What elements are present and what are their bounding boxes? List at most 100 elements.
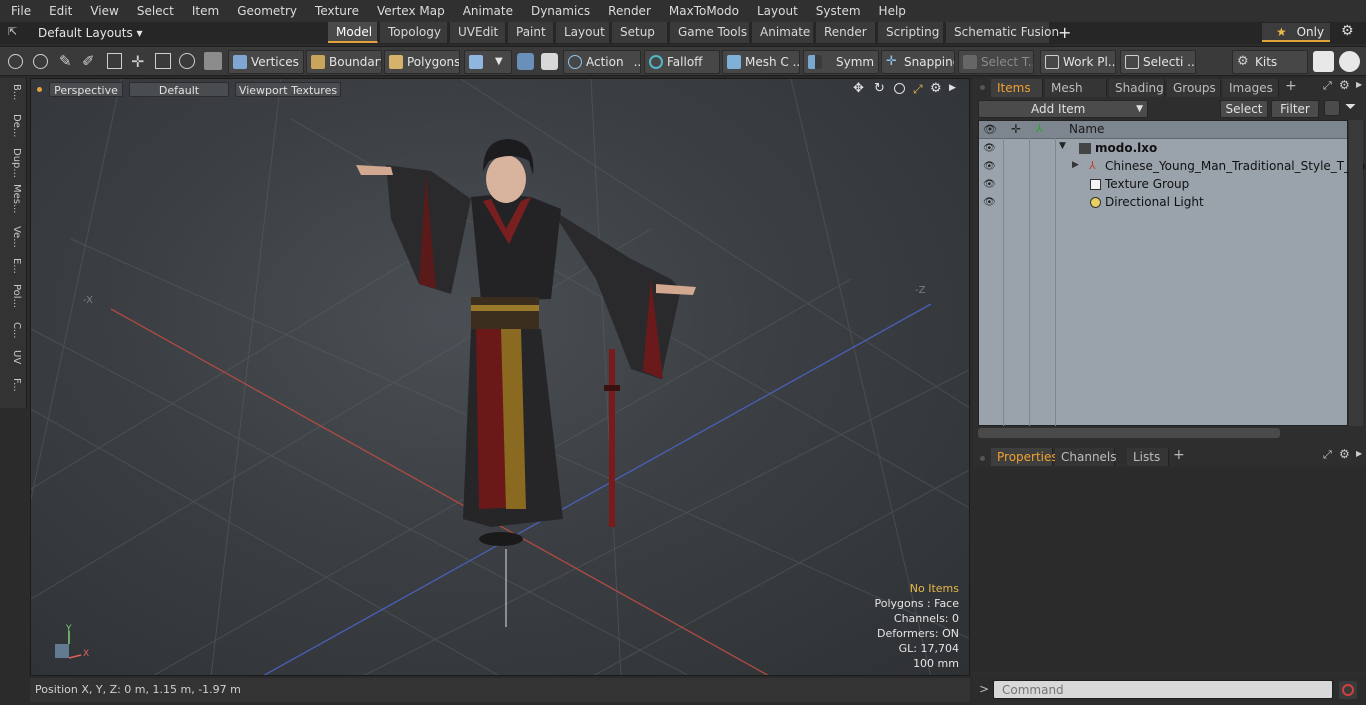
tab-setup[interactable]: Setup <box>612 22 668 43</box>
menu-file[interactable]: File <box>0 0 38 22</box>
select-button[interactable]: Select <box>1220 100 1268 118</box>
collapse-icon[interactable] <box>1324 100 1340 116</box>
filter-button[interactable]: Filter <box>1271 100 1319 118</box>
tab-topology[interactable]: Topology <box>380 22 448 43</box>
shield-alt-icon[interactable] <box>541 53 558 70</box>
command-input[interactable] <box>993 680 1333 699</box>
tab-render[interactable]: Render <box>816 22 876 43</box>
menu-system[interactable]: System <box>805 0 868 22</box>
tab-game-tools[interactable]: Game Tools <box>670 22 750 43</box>
list-vertical-scrollbar[interactable] <box>1349 120 1363 426</box>
gear-icon[interactable]: ⚙ <box>1341 23 1354 39</box>
layouts-dropdown[interactable]: Default Layouts ▾ <box>38 22 143 44</box>
menu-dynamics[interactable]: Dynamics <box>520 0 597 22</box>
menu-view[interactable]: View <box>79 0 125 22</box>
tab-animate[interactable]: Animate <box>752 22 814 43</box>
add-tab-icon[interactable]: + <box>1058 22 1071 43</box>
kits-button[interactable]: ⚙ Kits <box>1232 50 1308 74</box>
falloff-button[interactable]: Falloff <box>644 50 720 74</box>
left-tab-deform[interactable]: De... <box>4 114 22 137</box>
list-item-texture-group[interactable]: 👁 Texture Group <box>979 176 1347 194</box>
brush-icon[interactable]: ✐ <box>82 52 95 70</box>
tab-properties[interactable]: Properties <box>991 448 1058 466</box>
tab-schematic-fusion[interactable]: Schematic Fusion <box>946 22 1059 43</box>
align-icon[interactable] <box>107 53 122 69</box>
menu-item[interactable]: Item <box>181 0 226 22</box>
properties-expand-icon[interactable]: ⤢ <box>1323 448 1332 462</box>
unity-icon[interactable] <box>1313 51 1334 72</box>
menu-animate[interactable]: Animate <box>452 0 520 22</box>
tab-model[interactable]: Model <box>328 22 378 43</box>
viewport-menu-arrow-icon[interactable]: ▶ <box>949 83 956 93</box>
globe-icon[interactable] <box>33 54 48 69</box>
transform-icon[interactable]: ✛ <box>131 52 144 71</box>
list-horizontal-scrollbar[interactable] <box>978 428 1280 438</box>
polygons-button[interactable]: Polygons <box>384 50 460 74</box>
select-through-button[interactable]: Select T... <box>958 50 1034 74</box>
add-properties-tab-icon[interactable]: + <box>1173 447 1185 463</box>
left-tab-curve[interactable]: C... <box>4 322 22 339</box>
list-item-scene[interactable]: 👁 ▼ modo.lxo <box>979 140 1347 158</box>
menu-select[interactable]: Select <box>126 0 181 22</box>
selection-sets-button[interactable]: Selecti ... <box>1120 50 1196 74</box>
shield-icon[interactable] <box>517 53 534 70</box>
list-item-mesh[interactable]: 👁 ▶ ⅄ Chinese_Young_Man_Traditional_Styl… <box>979 158 1366 176</box>
menu-texture[interactable]: Texture <box>304 0 366 22</box>
viewport-gear-icon[interactable]: ⚙ <box>930 81 942 96</box>
left-tab-duplicate[interactable]: Dup... <box>4 148 22 178</box>
circle-select-icon[interactable] <box>8 54 23 69</box>
menu-maxtomodo[interactable]: MaxToModo <box>658 0 746 22</box>
eye-icon[interactable]: 👁 <box>983 179 996 190</box>
menu-render[interactable]: Render <box>597 0 658 22</box>
left-tab-vertex[interactable]: Ve... <box>4 226 22 248</box>
tab-images[interactable]: Images <box>1223 79 1279 97</box>
list-item-directional-light[interactable]: 👁 Directional Light <box>979 194 1347 212</box>
left-tab-mesh-edit[interactable]: Mes... <box>4 184 22 214</box>
boundary-button[interactable]: Boundary <box>306 50 382 74</box>
left-tab-fusion[interactable]: F... <box>4 378 22 392</box>
maximize-icon[interactable]: ⤢ <box>913 82 923 97</box>
snapping-button[interactable]: ✛ Snapping <box>881 50 955 74</box>
visibility-column-icon[interactable]: 👁 <box>983 123 997 136</box>
viewport-textures-button[interactable]: Viewport Textures <box>235 82 341 97</box>
symmetry-button[interactable]: Symm ... <box>803 50 879 74</box>
rotate-icon[interactable]: ↻ <box>874 81 885 96</box>
eye-icon[interactable]: 👁 <box>983 143 996 154</box>
only-toggle[interactable]: ★ Only <box>1262 23 1330 42</box>
add-item-button[interactable]: Add Item ▼ <box>978 100 1148 118</box>
left-tab-uv[interactable]: UV <box>4 350 22 364</box>
expand-arrow-icon[interactable]: ▼ <box>1059 141 1066 151</box>
left-tab-edge[interactable]: E... <box>4 258 22 274</box>
3d-viewport[interactable]: Perspective Default Viewport Textures ✥ … <box>30 78 970 676</box>
vertices-button[interactable]: Vertices <box>228 50 304 74</box>
expand-icon[interactable]: ⇱ <box>8 25 22 39</box>
tab-channels[interactable]: Channels <box>1055 448 1117 466</box>
menu-geometry[interactable]: Geometry <box>226 0 304 22</box>
action-button[interactable]: Action ... <box>563 50 641 74</box>
left-tab-polygon[interactable]: Pol... <box>4 284 22 308</box>
left-tab-basic[interactable]: B... <box>4 84 22 100</box>
filter-funnel-icon[interactable]: ⏷ <box>1345 99 1356 115</box>
tab-uvedit[interactable]: UVEdit <box>450 22 506 43</box>
tab-lists[interactable]: Lists <box>1127 448 1169 466</box>
name-column-header[interactable]: Name <box>1069 122 1104 136</box>
tab-groups[interactable]: Groups <box>1167 79 1221 97</box>
eye-icon[interactable]: 👁 <box>983 197 996 208</box>
unreal-icon[interactable] <box>1339 51 1360 72</box>
properties-gear-icon[interactable]: ⚙ <box>1339 447 1350 461</box>
pen-icon[interactable]: ✎ <box>59 52 72 70</box>
tab-mesh-ops[interactable]: Mesh Ops <box>1045 79 1107 113</box>
tab-shading[interactable]: Shading <box>1109 79 1165 97</box>
menu-edit[interactable]: Edit <box>38 0 79 22</box>
panel-arrow-icon[interactable]: ▶ <box>1356 80 1362 89</box>
type-column-icon[interactable]: ⅄ <box>1036 122 1043 135</box>
zoom-icon[interactable] <box>894 83 905 94</box>
shading-default-button[interactable]: Default <box>129 82 229 97</box>
tab-items[interactable]: Items <box>991 79 1043 97</box>
perspective-button[interactable]: Perspective <box>49 82 123 97</box>
menu-help[interactable]: Help <box>868 0 913 22</box>
menu-vertex-map[interactable]: Vertex Map <box>366 0 452 22</box>
menu-layout[interactable]: Layout <box>746 0 805 22</box>
add-panel-tab-icon[interactable]: + <box>1285 78 1297 94</box>
cube-solid-icon[interactable] <box>204 52 222 70</box>
